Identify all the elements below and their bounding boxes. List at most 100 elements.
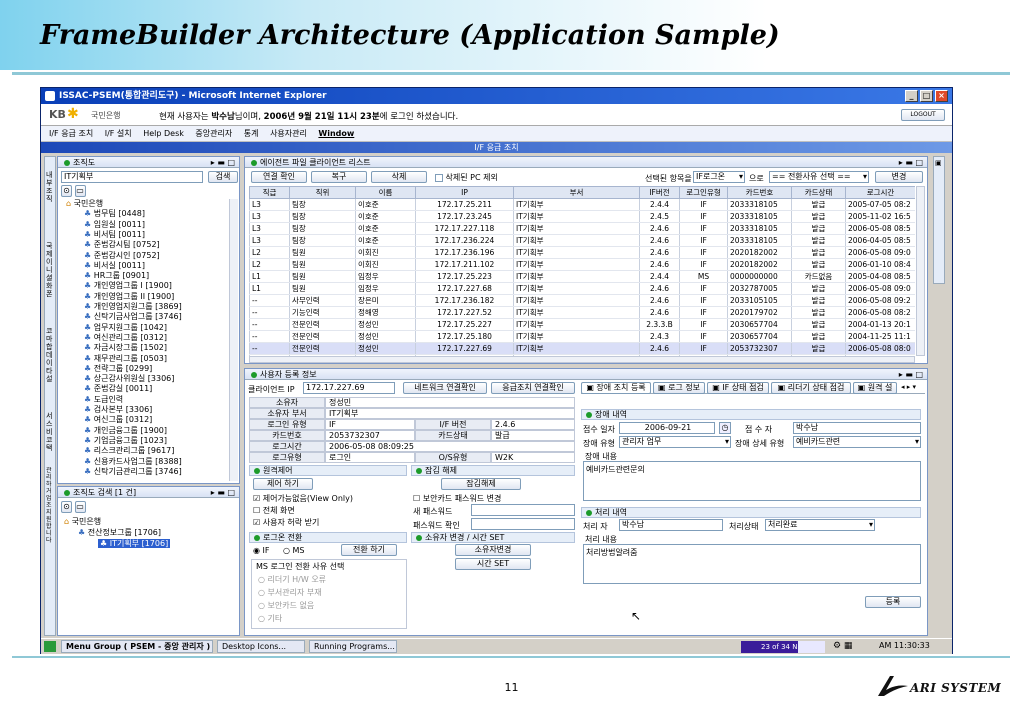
incident-type-select[interactable]: 관리자 업무 ▾ [619,436,731,448]
incident-detail-select[interactable]: 예비카드관련 ▾ [793,436,921,448]
minimize-button[interactable]: _ [905,90,918,102]
column-header[interactable]: 카드번호 [727,186,792,199]
tree-item[interactable]: ♣ 리스크관리그룹 [9617] [84,446,174,455]
side-tab-internal[interactable]: 내 부 조 직 [46,171,55,203]
tree-item[interactable]: ♣ 개인영업그룹 II [1900] [84,292,174,301]
tree-item[interactable]: ♣ 재무관리그룹 [0503] [84,354,167,363]
panel-controls-icon[interactable]: ▸ ▬ □ [211,157,235,168]
table-row[interactable]: -- 기능인력 정해영 172.17.227.52 IT기획부 2.4.6 IF 202017… [249,306,915,319]
register-button[interactable]: 등록 [865,596,921,608]
column-header[interactable]: 카드상태 [791,186,846,199]
menu-user-admin[interactable]: 사용자관리 [270,129,307,138]
reason-option[interactable]: ○ 부서관리자 부재 [258,587,322,598]
column-header[interactable]: IP [415,186,514,199]
handler-input[interactable]: 박수남 [619,519,723,531]
radio-if[interactable]: ◉ IF [253,546,270,555]
tab-scroll-icon[interactable]: ◂ ▸ ▾ [901,383,916,391]
radio-ms[interactable]: ○ MS [283,546,305,555]
table-row[interactable]: L3 팀장 이호준 172.17.236.224 IT기획부 2.4.6 IF 2033318… [249,234,915,247]
process-content-textarea[interactable]: 처리방법알려줌 [583,544,921,584]
calendar-icon[interactable]: ◷ [719,422,731,434]
tree-item[interactable]: ♣ 기업금융그룹 [1023] [84,436,167,445]
maximize-button[interactable]: □ [920,90,933,102]
tree-item[interactable]: ♣ 신탁기금관리그룹 [3746] [84,467,182,476]
desktop-icons-button[interactable]: Desktop Icons... [217,640,305,653]
right-strip-icon[interactable]: ▣ [935,159,942,167]
table-row[interactable]: L2 팀원 이회진 172.17.236.196 IT기획부 2.4.6 IF 2020182… [249,246,915,259]
column-header[interactable]: 로그시간 [845,186,915,199]
remote-control-button[interactable]: 제어 하기 [253,478,313,490]
org-search-button[interactable]: 검색 [208,171,238,183]
tree-item[interactable]: ♣ 검사본부 [3306] [84,405,152,414]
receiver-input[interactable]: 박수남 [793,422,921,434]
tab-reader-check[interactable]: ▣ 리더기 상태 점검 [771,382,851,394]
side-tab-4[interactable]: 서 스 비 코 택 [46,412,55,452]
table-row[interactable]: L2 팀원 이회진 172.17.211.102 IT기획부 2.4.6 IF 2020182… [249,258,915,271]
side-tab-2[interactable]: 국 제 이 니 셜 화 폰 [46,242,55,298]
table-row[interactable]: -- 전문인력 정성민 172.17.25.180 IT기획부 2.4.3 IF 203065… [249,330,915,343]
expand-icon[interactable]: ⊙ [61,185,72,197]
menu-if-emergency[interactable]: I/F 응급 조치 [49,129,93,138]
search-tree-item-selected[interactable]: ♣ IT기획부 [1706] [98,539,171,548]
table-row[interactable]: -- 전문인력 정성민 172.17.25.227 IT기획부 2.3.3.B IF 2030… [249,318,915,331]
tab-if-check[interactable]: ▣ IF 상태 점검 [707,382,769,394]
ask-permission-checkbox[interactable]: ☑ 사용자 허락 받기 [253,517,319,528]
column-header[interactable]: 부서 [513,186,640,199]
unlock-button[interactable]: 잠김해제 [441,478,521,490]
tab-incident-register[interactable]: ▣ 장애 조치 등록 [581,382,651,394]
expand-icon[interactable]: ⊙ [61,501,72,513]
tree-item[interactable]: ♣ 비서실 [0011] [84,261,145,270]
collapse-icon[interactable]: ▭ [74,185,86,197]
new-password-input[interactable] [471,504,575,516]
column-header[interactable]: 직급 [249,186,290,199]
close-button[interactable]: × [935,90,948,102]
reason-option[interactable]: ○ 리더기 H/W 오류 [258,574,326,585]
tree-item[interactable]: ♣ 신탁기금사업그룹 [3746] [84,312,182,321]
table-row[interactable]: -- 사무인력 장은미 172.17.236.182 IT기획부 2.4.6 IF 20331… [249,294,915,307]
tree-item[interactable]: ♣ 개인영업그룹 I [1900] [84,281,172,290]
emergency-check-button[interactable]: 응급조치 연결확인 [491,382,575,394]
tree-item[interactable]: ♣ 전략그룹 [0299] [84,364,152,373]
tree-item[interactable]: ♣ 준법감시인 [0752] [84,251,160,260]
tree-item[interactable]: ♣ 임원실 [0011] [84,220,145,229]
tree-item[interactable]: ♣ 도급인력 [84,395,123,404]
tray-icons[interactable]: ⚙ ▦ [833,641,852,651]
incident-content-textarea[interactable]: 예비카드관련문의 [583,461,921,501]
side-tab-3[interactable]: 코 마 합 데 이 타 설 [46,327,55,383]
column-header[interactable]: 로그인유형 [679,186,728,199]
menu-if-install[interactable]: I/F 설치 [105,129,132,138]
panel-controls-icon[interactable]: ▸ ▬ □ [899,369,923,380]
table-row[interactable]: L3 팀장 이호준 172.17.23.245 IT기획부 2.4.5 IF 20333181… [249,210,915,223]
table-row[interactable]: L1 팀원 임정우 172.17.25.223 IT기획부 2.4.4 MS 00000000… [249,270,915,283]
tree-item[interactable]: ♣ 비서팀 [0011] [84,230,145,239]
side-tab-5[interactable]: 관 리 하 거 업 조 지 원 합 니 다 [46,467,55,582]
search-tree-item[interactable]: ♣ 전산정보그룹 [1706] [78,528,161,537]
view-only-checkbox[interactable]: ☑ 제어가능없음(View Only) [253,493,353,504]
menu-central-admin[interactable]: 중앙관리자 [195,129,232,138]
logout-button[interactable]: LOGOUT [901,109,945,121]
tree-item[interactable]: ♣ 업무지원그룹 [1042] [84,323,167,332]
tree-item[interactable]: ♣ 개인영업지원그룹 [3869] [84,302,182,311]
agent-table-hscrollbar[interactable] [249,356,915,363]
column-header[interactable]: 이름 [355,186,416,199]
panel-controls-icon[interactable]: ▸ ▬ □ [211,487,235,498]
menu-statistics[interactable]: 통계 [244,129,259,138]
collapse-icon[interactable]: ▭ [74,501,86,513]
connect-check-button[interactable]: 연결 확인 [251,171,307,183]
tab-remote-setup[interactable]: ▣ 원격 설 [853,382,897,394]
column-header[interactable]: IF버전 [639,186,680,199]
tree-item[interactable]: ♣ 신용카드사업그룹 [8388] [84,457,182,466]
menu-group-button[interactable]: Menu Group ( PSEM - 중앙 관리자 ) [61,640,213,653]
client-ip-input[interactable]: 172.17.227.69 [303,382,395,394]
tree-item[interactable]: ♣ 여신그룹 [0312] [84,415,152,424]
column-header[interactable]: 직위 [289,186,356,199]
process-state-select[interactable]: 처리완료 ▾ [765,519,875,531]
time-set-button[interactable]: 시간 SET [455,558,531,570]
card-password-checkbox[interactable]: ☐ 보안카드 패스워드 변경 [413,493,501,504]
tree-item[interactable]: ♣ 준법감시팀 [0752] [84,240,160,249]
tree-item[interactable]: ♣ HR그룹 [0901] [84,271,149,280]
restore-button[interactable]: 복구 [311,171,367,183]
table-row[interactable]: L3 팀장 이호준 172.17.25.211 IT기획부 2.4.4 IF 20333181… [249,198,915,211]
search-tree-root[interactable]: ⌂ 국민은행 [64,517,101,526]
exclude-deleted-checkbox[interactable]: 삭제된 PC 제외 [435,172,498,183]
